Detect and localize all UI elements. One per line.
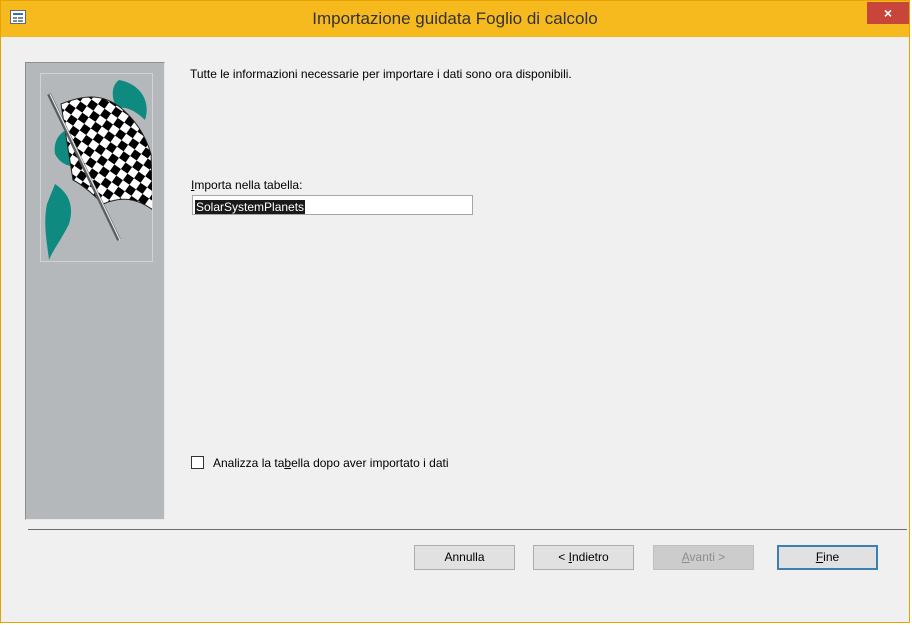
table-name-input[interactable]: SolarSystemPlanets <box>192 195 473 215</box>
info-text: Tutte le informazioni necessarie per imp… <box>190 67 572 81</box>
wizard-window: Importazione guidata Foglio di calcolo × <box>0 0 910 623</box>
wizard-side-panel <box>25 62 165 520</box>
checkered-flag-icon <box>40 73 153 262</box>
button-divider <box>28 529 907 530</box>
analyze-checkbox[interactable] <box>191 456 204 469</box>
wizard-body: Tutte le informazioni necessarie per imp… <box>8 37 902 618</box>
finish-button[interactable]: Fine <box>777 545 878 570</box>
close-icon: × <box>883 5 893 21</box>
analyze-checkbox-label[interactable]: Analizza la tabella dopo aver importato … <box>213 456 449 470</box>
next-button[interactable]: Avanti > <box>653 545 754 570</box>
close-button[interactable]: × <box>867 2 909 24</box>
table-name-selected-text: SolarSystemPlanets <box>195 200 306 214</box>
back-button[interactable]: < Indietro <box>533 545 634 570</box>
cancel-button[interactable]: Annulla <box>414 545 515 570</box>
window-title: Importazione guidata Foglio di calcolo <box>312 9 598 28</box>
import-table-label: Importa nella tabella: <box>191 178 303 192</box>
title-bar: Importazione guidata Foglio di calcolo × <box>1 1 909 37</box>
